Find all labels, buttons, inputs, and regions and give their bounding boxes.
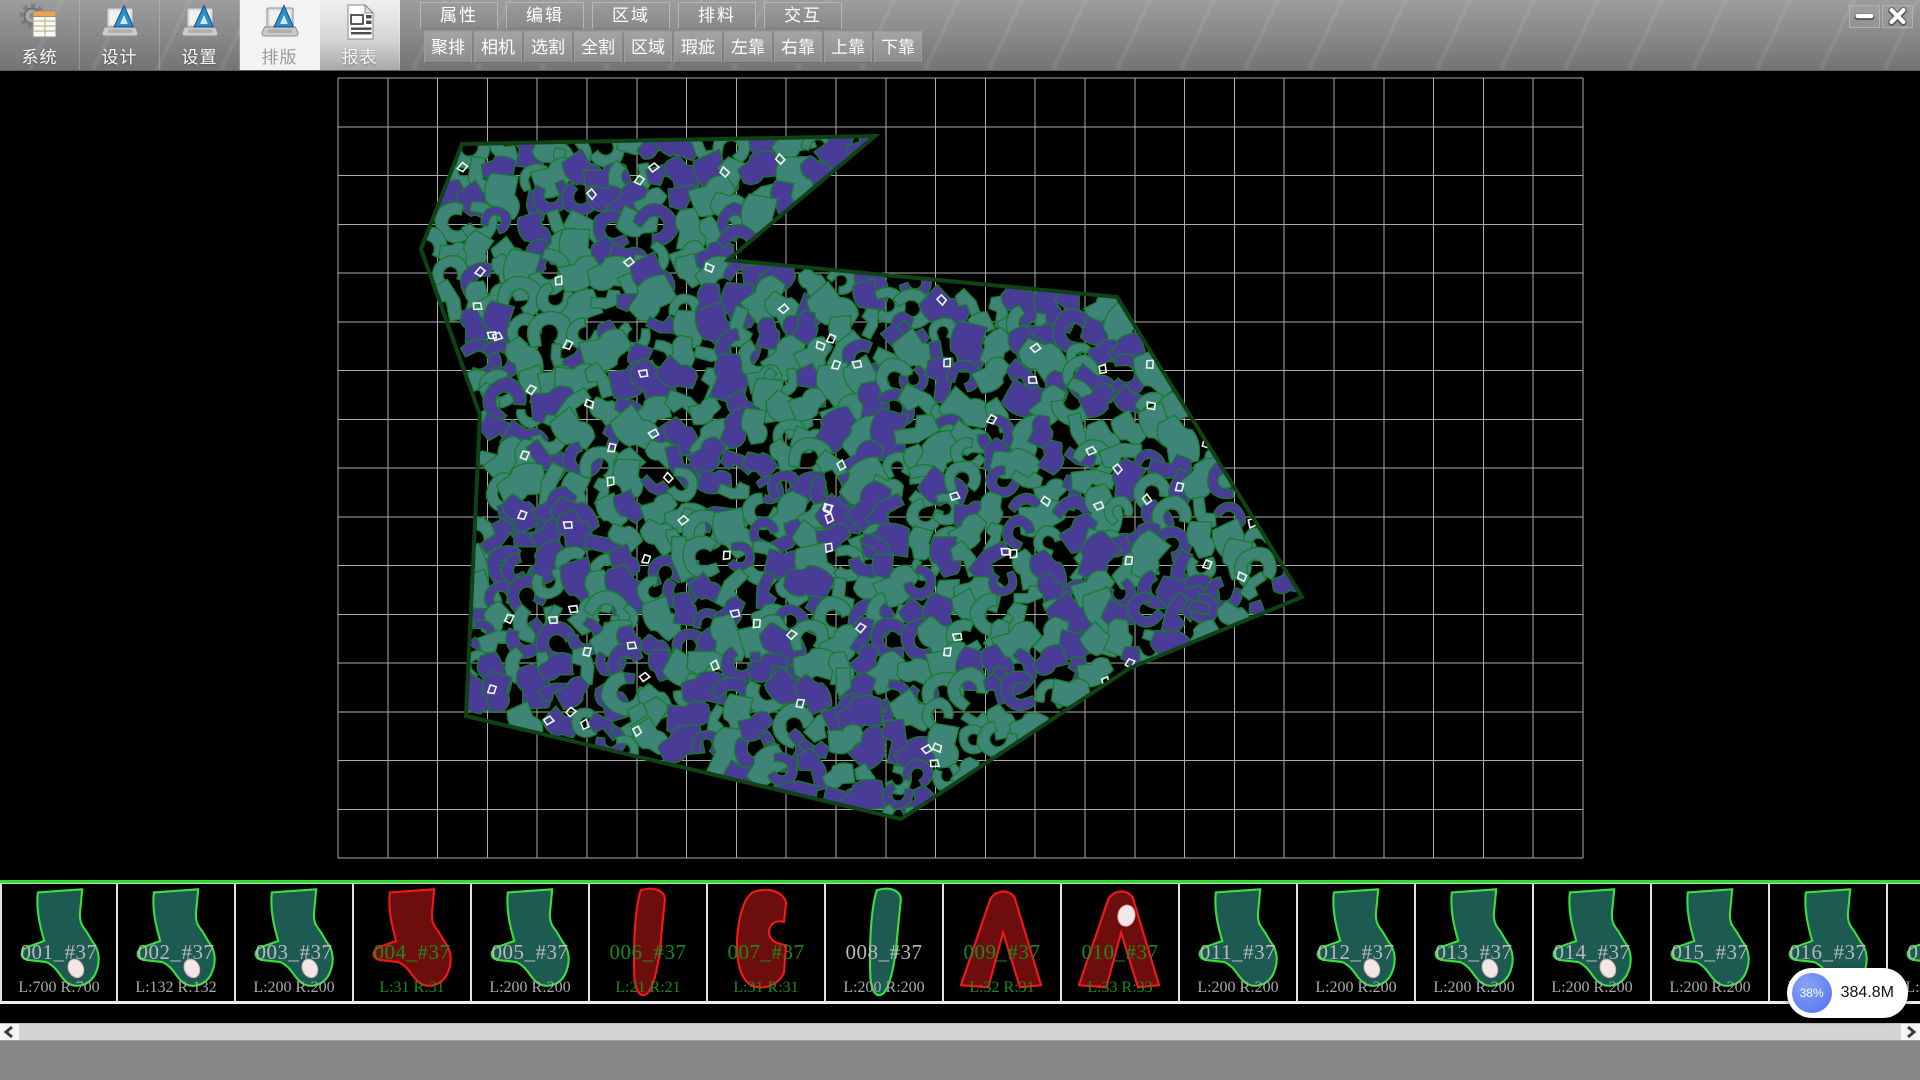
memory-size: 384.8M — [1841, 984, 1894, 1002]
part-name: 016_#37 — [1770, 940, 1886, 965]
part-lr-count: L:200 R:200 — [472, 979, 588, 997]
part-name: 014_#37 — [1534, 940, 1650, 965]
progress-circle: 38% — [1792, 973, 1832, 1013]
part-lr-count: L:21 R:21 — [590, 979, 706, 997]
toolbar-button-label: 报表 — [342, 43, 378, 68]
part-thumbnail-004_#37[interactable]: 004_#37 L:31 R:31 — [354, 883, 472, 1004]
part-name: 010_#37 — [1062, 940, 1178, 965]
part-name: 004_#37 — [354, 940, 470, 965]
part-thumbnail-001_#37[interactable]: 001_#37 L:700 R:700 — [0, 883, 118, 1004]
part-lr-count: L:31 R:31 — [354, 979, 470, 997]
status-bar — [0, 1040, 1920, 1080]
scroll-left-button[interactable] — [0, 1024, 19, 1040]
tool-button-10[interactable]: 下靠 — [874, 31, 922, 63]
toolbar-button-design[interactable]: 设计 — [80, 0, 160, 70]
menu-tab-4[interactable]: 排料 — [678, 2, 756, 29]
part-thumbnail-003_#37[interactable]: 003_#37 L:200 R:200 — [236, 883, 354, 1004]
part-lr-count: L:31 R:31 — [708, 979, 824, 997]
part-name: 007_#37 — [708, 940, 824, 965]
parts-strip: 001_#37 L:700 R:700002_#37 L:132 R:132003_… — [0, 880, 1920, 1004]
tool-button-8[interactable]: 右靠 — [774, 31, 822, 63]
toolbar-button-label: 设计 — [102, 43, 138, 68]
tool-button-4[interactable]: 全割 — [574, 31, 622, 63]
part-thumbnail-015_#37[interactable]: 015_#37 L:200 R:200 — [1652, 883, 1770, 1004]
tool-button-5[interactable]: 区域 — [624, 31, 672, 63]
part-name: 008_#37 — [826, 940, 942, 965]
part-lr-count: L:700 R:700 — [2, 979, 116, 997]
minimize-button[interactable] — [1849, 5, 1880, 28]
tool-button-6[interactable]: 瑕疵 — [674, 31, 722, 63]
progress-percent: 38% — [1800, 986, 1824, 1000]
part-name: 006_#37 — [590, 940, 706, 965]
part-name: 003_#37 — [236, 940, 352, 965]
toolbar-button-label: 设置 — [182, 43, 218, 68]
part-lr-count: L:132 R:132 — [118, 979, 234, 997]
part-thumbnail-010_#37[interactable]: 010_#37 L:33 R:33 — [1062, 883, 1180, 1004]
part-name: 015_#37 — [1652, 940, 1768, 965]
part-name: 013_#37 — [1416, 940, 1532, 965]
close-icon — [1883, 6, 1912, 27]
part-thumbnail-013_#37[interactable]: 013_#37 L:200 R:200 — [1416, 883, 1534, 1004]
toolbar-button-report[interactable]: 报表 — [320, 0, 400, 70]
tool-button-9[interactable]: 上靠 — [824, 31, 872, 63]
toolbar-button-label: 排版 — [262, 43, 298, 68]
nesting-app-window: 系统设计设置排版报表 属性编辑区域排料交互 聚排相机选割全割区域瑕疵左靠右靠上靠… — [0, 0, 1920, 1080]
menu-tab-5[interactable]: 交互 — [764, 2, 842, 29]
part-thumbnail-007_#37[interactable]: 007_#37 L:31 R:31 — [708, 883, 826, 1004]
part-thumbnail-012_#37[interactable]: 012_#37 L:200 R:200 — [1298, 883, 1416, 1004]
titlebar: 系统设计设置排版报表 属性编辑区域排料交互 聚排相机选割全割区域瑕疵左靠右靠上靠… — [0, 0, 1920, 71]
report-document-icon — [339, 2, 381, 42]
memory-badge: 38% 384.8M — [1787, 968, 1908, 1018]
chevron-right-icon — [1901, 1024, 1920, 1040]
part-thumbnail-002_#37[interactable]: 002_#37 L:132 R:132 — [118, 883, 236, 1004]
close-button[interactable] — [1882, 5, 1913, 28]
part-lr-count: L:200 R:200 — [1180, 979, 1296, 997]
menu-tab-3[interactable]: 区域 — [592, 2, 670, 29]
part-thumbnail-006_#37[interactable]: 006_#37 L:21 R:21 — [590, 883, 708, 1004]
part-name: 005_#37 — [472, 940, 588, 965]
tool-button-row: 聚排相机选割全割区域瑕疵左靠右靠上靠下靠 — [424, 31, 922, 63]
part-thumbnail-005_#37[interactable]: 005_#37 L:200 R:200 — [472, 883, 590, 1004]
part-lr-count: L:200 R:200 — [1416, 979, 1532, 997]
menu-tab-1[interactable]: 属性 — [420, 2, 498, 29]
part-lr-count: L:200 R:200 — [1652, 979, 1768, 997]
part-lr-count: L:200 R:200 — [236, 979, 352, 997]
part-thumbnail-008_#37[interactable]: 008_#37 L:200 R:200 — [826, 883, 944, 1004]
design-ruler-icon — [259, 2, 301, 42]
main-toolbar: 系统 设计 设置 排版 报表 — [0, 0, 400, 70]
tool-button-3[interactable]: 选割 — [524, 31, 572, 63]
part-thumbnail-009_#37[interactable]: 009_#37 L:32 R:31 — [944, 883, 1062, 1004]
part-name: 009_#37 — [944, 940, 1060, 965]
part-name: 012_#37 — [1298, 940, 1414, 965]
part-lr-count: L:200 R:200 — [826, 979, 942, 997]
tool-button-2[interactable]: 相机 — [474, 31, 522, 63]
horizontal-scrollbar[interactable] — [0, 1023, 1920, 1040]
gear-table-icon — [19, 2, 61, 42]
part-lr-count: L:200 R:200 — [1534, 979, 1650, 997]
toolbar-button-settings[interactable]: 设置 — [160, 0, 240, 70]
part-name: 002_#37 — [118, 940, 234, 965]
design-ruler-icon — [179, 2, 221, 42]
design-ruler-icon — [99, 2, 141, 42]
part-name: 001_#37 — [2, 940, 116, 965]
tool-button-7[interactable]: 左靠 — [724, 31, 772, 63]
toolbar-button-label: 系统 — [22, 43, 58, 68]
chevron-left-icon — [0, 1024, 19, 1040]
part-lr-count: L:33 R:33 — [1062, 979, 1178, 997]
minimize-icon — [1850, 6, 1879, 27]
toolbar-button-system[interactable]: 系统 — [0, 0, 80, 70]
menu-tab-2[interactable]: 编辑 — [506, 2, 584, 29]
part-name: 017_#37 — [1888, 940, 1920, 965]
part-thumbnail-014_#37[interactable]: 014_#37 L:200 R:200 — [1534, 883, 1652, 1004]
menu-tab-row: 属性编辑区域排料交互 — [420, 2, 842, 29]
scroll-right-button[interactable] — [1901, 1024, 1920, 1040]
part-lr-count: L:32 R:31 — [944, 979, 1060, 997]
part-name: 011_#37 — [1180, 940, 1296, 965]
part-thumbnail-011_#37[interactable]: 011_#37 L:200 R:200 — [1180, 883, 1298, 1004]
part-lr-count: L:200 R:200 — [1298, 979, 1414, 997]
toolbar-button-nesting[interactable]: 排版 — [240, 0, 320, 70]
tool-button-1[interactable]: 聚排 — [424, 31, 472, 63]
